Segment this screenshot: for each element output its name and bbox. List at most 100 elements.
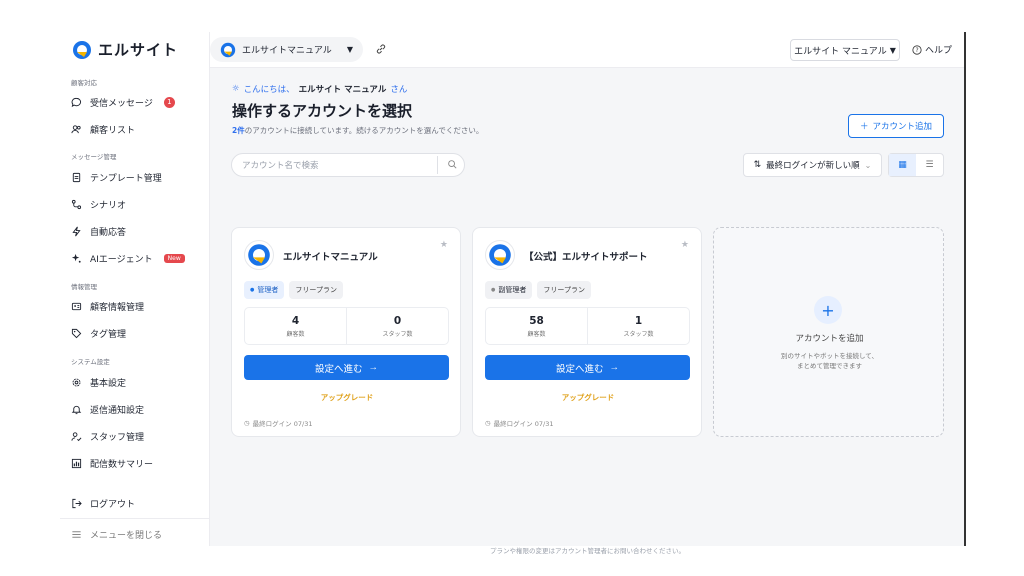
go-to-settings-button[interactable]: 設定へ進む → [485,355,690,380]
logout-button[interactable]: ログアウト [71,494,135,512]
sidebar-item-templates[interactable]: テンプレート管理 [71,168,162,186]
sidebar-item-reply-notify[interactable]: 返信通知設定 [71,400,144,418]
grid-view-icon[interactable]: ▦ [889,154,916,176]
add-card-description: 別のサイトやボットを接続して、 まとめて管理できます [714,351,945,372]
sidebar-item-ai-agent[interactable]: AIエージェント New [71,249,185,267]
close-menu-label: メニューを閉じる [90,530,163,541]
clock-icon: ◷ [485,419,491,427]
window-edge [964,32,966,546]
sidebar-item-label: 顧客情報管理 [90,302,145,313]
add-card-label: アカウントを追加 [795,334,864,344]
greeting-suffix: さん [390,85,408,95]
sort-select[interactable]: ⇅ 最終ログインが新しい順 ⌄ [743,153,882,177]
stat-value: 0 [393,314,402,327]
plus-icon: ＋ [859,121,869,131]
last-login-text: 最終ログイン 07/31 [493,420,554,428]
help-circle-icon: ? [912,44,922,55]
stat-customers: 4 顧客数 [245,308,346,344]
user-name: エルサイト マニュアル [794,46,887,57]
caret-down-icon: ▼ [346,45,353,54]
stat-label: 顧客数 [286,330,305,338]
app-logo[interactable]: エルサイト [72,39,178,60]
upgrade-link[interactable]: アップグレード [473,392,703,403]
sidebar-item-basic-settings[interactable]: 基本設定 [71,373,126,391]
search-input[interactable]: アカウント名で検索 [231,153,465,177]
link-icon[interactable] [375,43,387,55]
stat-label: 顧客数 [527,330,546,338]
search-icon[interactable] [447,159,458,170]
tag-icon [71,328,82,338]
stat-value: 58 [529,314,544,327]
last-login: ◷ 最終ログイン 07/31 [244,418,312,428]
footer-note: プランや権限の変更はアカウント管理者にお問い合わせください。 [490,547,685,555]
sort-label: 最終ログインが新しい順 [766,161,860,171]
sidebar-item-tags[interactable]: タグ管理 [71,324,126,342]
account-logo-icon [248,244,270,266]
sidebar-item-label: スタッフ管理 [90,432,145,443]
stat-customers: 58 顧客数 [486,308,587,344]
account-card[interactable]: エルサイトマニュアル ★ 管理者 フリープラン 4 顧客数 0 スタッフ数 設定… [231,227,461,437]
sparkle-icon [71,253,81,263]
account-name: エルサイトマニュアル [283,252,378,263]
caret-down-icon: ▼ [889,45,896,55]
add-card-desc-line: まとめて管理できます [797,362,862,371]
add-account-button[interactable]: ＋ アカウント追加 [848,114,944,138]
sidebar-item-customers[interactable]: 顧客リスト [71,120,135,138]
bar-chart-icon [71,458,82,468]
help-link[interactable]: ? ヘルプ [912,43,952,56]
role-badge: 副管理者 [485,281,533,299]
logout-icon [72,498,82,508]
sidebar-item-label: テンプレート管理 [90,173,162,184]
sidebar-item-staff[interactable]: スタッフ管理 [71,427,144,445]
sidebar-item-label: タグ管理 [90,329,127,340]
sidebar-item-delivery-summary[interactable]: 配信数サマリー [71,454,153,472]
bell-icon [71,405,82,414]
chevron-down-icon: ⌄ [864,160,872,170]
section-label-system: システム設定 [71,358,110,366]
greeting-prefix: こんにちは、 [243,85,295,95]
upgrade-link[interactable]: アップグレード [232,392,462,403]
chat-bubble-icon [71,97,82,107]
add-card-desc-line: 別のサイトやボットを接続して、 [781,352,878,360]
sidebar-divider [60,518,210,519]
user-menu[interactable]: エルサイト マニュアル ▼ [790,39,900,61]
sidebar-item-customer-info[interactable]: 顧客情報管理 [71,297,144,315]
sun-icon: ☼ [232,84,240,94]
sidebar-item-label: 基本設定 [90,378,127,389]
add-account-label: アカウント追加 [872,121,933,131]
help-label: ヘルプ [925,46,953,56]
list-view-icon[interactable]: ☰ [916,154,943,176]
document-icon [72,172,81,182]
account-card[interactable]: 【公式】エルサイトサポート ★ 副管理者 フリープラン 58 顧客数 1 スタッ… [472,227,702,437]
plan-badge: フリープラン [537,281,591,299]
sidebar-item-label: シナリオ [90,200,127,211]
logout-label: ログアウト [90,499,136,510]
stat-label: スタッフ数 [623,330,654,338]
arrow-right-icon: → [368,362,379,373]
arrow-right-icon: → [609,362,620,373]
add-account-card[interactable]: + アカウントを追加 別のサイトやボットを接続して、 まとめて管理できます [713,227,944,437]
section-label-info: 情報管理 [71,283,97,291]
main-content: ☼ こんにちは、 エルサイト マニュアル さん 操作するアカウントを選択 2件の… [210,68,965,555]
sidebar-item-scenario[interactable]: シナリオ [71,195,126,213]
account-switcher[interactable]: エルサイトマニュアル ▼ [210,37,363,62]
go-to-settings-button[interactable]: 設定へ進む → [244,355,449,380]
star-icon[interactable]: ★ [681,240,689,250]
star-icon[interactable]: ★ [440,240,448,250]
new-badge: New [163,253,185,263]
sidebar: エルサイト 顧客対応 受信メッセージ 1 顧客リスト メッセージ管理 テンプレー… [60,32,210,546]
close-menu-button[interactable]: メニューを閉じる [71,525,162,543]
user-check-icon [71,431,82,441]
account-count: 2件 [232,126,245,135]
view-toggle: ▦ ☰ [888,153,944,177]
stat-staff: 0 スタッフ数 [346,308,448,344]
clock-icon: ◷ [244,419,250,427]
sidebar-item-autoreply[interactable]: 自動応答 [71,222,126,240]
sidebar-item-label: 返信通知設定 [90,405,145,416]
account-tags: 副管理者 フリープラン [485,281,591,299]
sort-icon: ⇅ [753,160,762,170]
svg-text:?: ? [915,48,918,54]
stat-staff: 1 スタッフ数 [587,308,689,344]
sidebar-item-inbox[interactable]: 受信メッセージ 1 [71,93,175,111]
account-avatar [485,240,515,270]
